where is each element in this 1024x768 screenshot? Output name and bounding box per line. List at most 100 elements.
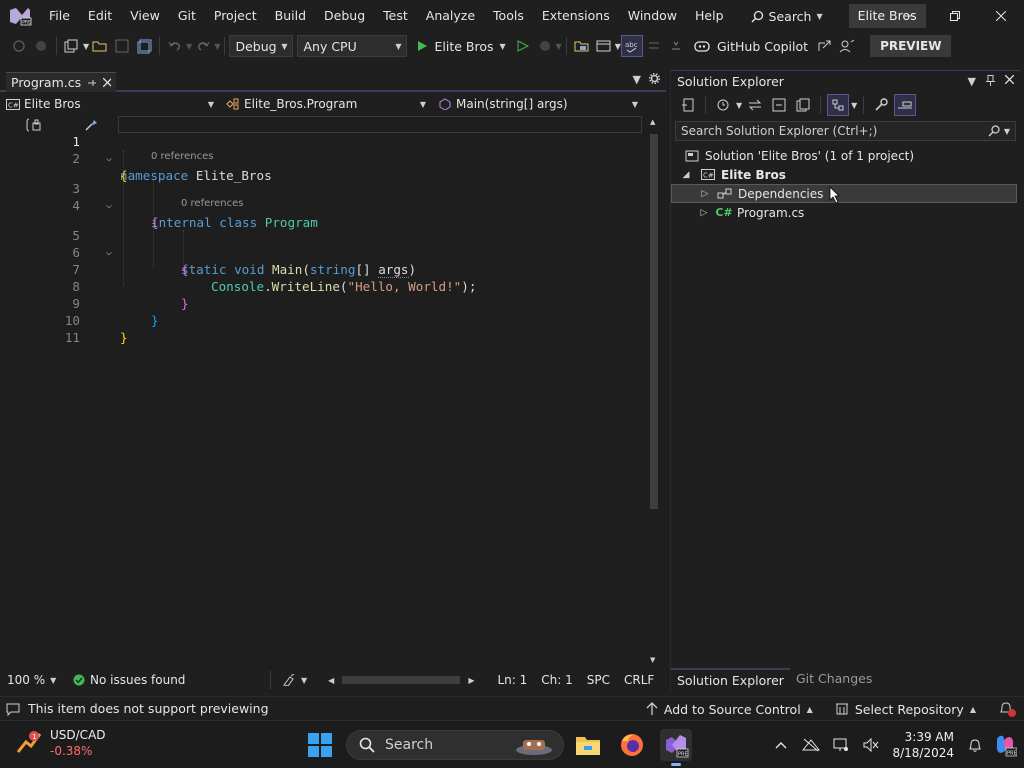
close-window-button[interactable] xyxy=(978,0,1024,32)
select-repository-button[interactable]: Select Repository ▲ xyxy=(835,702,976,717)
more-tools-icon[interactable] xyxy=(665,35,687,57)
start-debugging-button[interactable]: Elite Bros ▼ xyxy=(411,39,511,54)
menu-file[interactable]: File xyxy=(40,0,79,32)
add-to-source-control-button[interactable]: Add to Source Control ▲ xyxy=(646,702,813,717)
redo-icon[interactable] xyxy=(192,35,214,57)
pending-changes-filter-icon[interactable] xyxy=(712,94,734,116)
navigate-back-icon[interactable] xyxy=(8,35,30,57)
expanded-triangle-icon[interactable]: ◢ xyxy=(679,170,693,180)
chevron-down-icon[interactable]: ▼ xyxy=(968,75,976,88)
preview-button[interactable]: PREVIEW xyxy=(870,35,952,57)
track-active-item-icon[interactable] xyxy=(827,94,850,116)
menu-tools[interactable]: Tools xyxy=(484,0,533,32)
close-icon[interactable] xyxy=(102,78,111,87)
menu-help[interactable]: Help xyxy=(686,0,733,32)
taskbar-visual-studio[interactable]: PRE xyxy=(660,729,692,766)
volume-muted-icon[interactable] xyxy=(856,730,886,760)
pin-icon[interactable] xyxy=(986,75,995,86)
line-ending-indicator[interactable]: CRLF xyxy=(617,670,661,690)
network-offline-icon[interactable] xyxy=(796,730,826,760)
menu-git[interactable]: Git xyxy=(169,0,205,32)
project-navigation-dropdown[interactable]: C# Elite Bros ▼ xyxy=(0,94,220,114)
scroll-down-icon[interactable]: ▼ xyxy=(650,656,655,664)
sync-with-document-icon[interactable] xyxy=(744,94,766,116)
tab-git-changes[interactable]: Git Changes xyxy=(790,668,878,690)
switch-views-icon[interactable] xyxy=(677,94,699,116)
align-icon[interactable] xyxy=(643,35,665,57)
new-project-icon[interactable] xyxy=(61,35,83,57)
browse-folder-icon[interactable] xyxy=(571,35,593,57)
tab-solution-explorer[interactable]: Solution Explorer xyxy=(671,668,790,690)
tree-item-dependencies[interactable]: ▷ Dependencies xyxy=(671,184,1017,203)
editor-vertical-scrollbar[interactable]: ▲ ▼ xyxy=(648,116,660,666)
scrollbar-thumb[interactable] xyxy=(650,134,658,509)
menu-window[interactable]: Window xyxy=(619,0,686,32)
feedback-icon[interactable] xyxy=(836,35,858,57)
line-indicator[interactable]: Ln: 1 xyxy=(490,670,534,690)
type-navigation-dropdown[interactable]: Elite_Bros.Program ▼ xyxy=(220,94,432,114)
scroll-right-icon[interactable]: ▶ xyxy=(468,676,474,685)
system-clock[interactable]: 3:39 AM 8/18/2024 xyxy=(886,729,960,761)
restore-button[interactable] xyxy=(932,0,978,32)
live-share-icon[interactable] xyxy=(814,35,836,57)
github-copilot-button[interactable]: GitHub Copilot xyxy=(693,39,808,54)
menu-debug[interactable]: Debug xyxy=(315,0,374,32)
copilot-taskbar-icon[interactable]: PRE xyxy=(990,730,1020,760)
show-hidden-icons-button[interactable] xyxy=(766,730,796,760)
save-icon[interactable] xyxy=(111,35,133,57)
chevron-down-icon[interactable]: ▼ xyxy=(1004,127,1010,136)
undo-icon[interactable] xyxy=(164,35,186,57)
preview-selected-items-icon[interactable] xyxy=(894,94,917,116)
chevron-down-icon[interactable]: ▼ xyxy=(633,73,641,86)
navigate-forward-icon[interactable] xyxy=(30,35,52,57)
properties-wrench-icon[interactable] xyxy=(870,94,892,116)
taskbar-file-explorer[interactable] xyxy=(572,729,604,761)
solution-configuration-dropdown[interactable]: Debug ▼ xyxy=(229,35,294,57)
column-indicator[interactable]: Ch: 1 xyxy=(534,670,579,690)
editor-horizontal-scrollbar[interactable] xyxy=(342,676,461,684)
chevron-down-icon[interactable]: ▼ xyxy=(851,101,857,110)
display-icon[interactable] xyxy=(826,730,856,760)
solution-platform-dropdown[interactable]: Any CPU ▼ xyxy=(297,35,408,57)
scroll-left-icon[interactable]: ◀ xyxy=(328,676,334,685)
member-navigation-dropdown[interactable]: Main(string[] args) ▼ xyxy=(432,94,644,114)
codelens-references[interactable]: 0 references xyxy=(151,150,214,163)
zoom-dropdown[interactable]: 100 % ▼ xyxy=(0,670,66,690)
global-search-button[interactable]: Search ▼ xyxy=(743,9,831,24)
tree-item-project[interactable]: ◢ C# Elite Bros xyxy=(671,165,1017,184)
issues-indicator[interactable]: No issues found xyxy=(66,670,266,690)
save-all-icon[interactable] xyxy=(133,35,155,57)
start-button[interactable] xyxy=(308,733,332,757)
notification-center-button[interactable] xyxy=(960,730,990,760)
notifications-button[interactable] xyxy=(998,701,1016,717)
menu-extensions[interactable]: Extensions xyxy=(533,0,619,32)
gear-icon[interactable] xyxy=(649,73,660,84)
show-all-files-icon[interactable] xyxy=(792,94,814,116)
pin-icon[interactable] xyxy=(87,78,97,88)
taskbar-search-box[interactable]: Search xyxy=(346,730,564,760)
tree-item-solution[interactable]: Solution 'Elite Bros' (1 of 1 project) xyxy=(671,146,1017,165)
spell-check-icon[interactable]: abc xyxy=(620,35,643,57)
menu-edit[interactable]: Edit xyxy=(79,0,121,32)
close-icon[interactable] xyxy=(1005,75,1014,84)
chevron-down-icon[interactable]: ▼ xyxy=(556,42,562,51)
menu-test[interactable]: Test xyxy=(374,0,417,32)
scroll-up-icon[interactable]: ▲ xyxy=(650,118,655,126)
collapse-all-icon[interactable] xyxy=(768,94,790,116)
menu-build[interactable]: Build xyxy=(266,0,315,32)
hot-reload-icon[interactable] xyxy=(534,35,556,57)
menu-project[interactable]: Project xyxy=(205,0,266,32)
collapsed-triangle-icon[interactable]: ▷ xyxy=(697,208,711,218)
chevron-down-icon[interactable]: ▼ xyxy=(736,101,742,110)
menu-analyze[interactable]: Analyze xyxy=(417,0,484,32)
open-folder-icon[interactable] xyxy=(89,35,111,57)
tree-item-program-cs[interactable]: ▷ C# Program.cs xyxy=(671,203,1017,222)
whitespace-indicator[interactable]: SPC xyxy=(580,670,617,690)
chevron-down-icon[interactable]: ▼ xyxy=(214,42,220,51)
minimize-button[interactable] xyxy=(886,0,932,32)
start-without-debugging-icon[interactable] xyxy=(512,35,534,57)
menu-view[interactable]: View xyxy=(121,0,169,32)
layout-icon[interactable] xyxy=(593,35,615,57)
solution-search-input[interactable]: Search Solution Explorer (Ctrl+;) ▼ xyxy=(675,121,1016,141)
market-ticker-widget[interactable]: 1 USD/CAD -0.38% xyxy=(16,727,106,759)
